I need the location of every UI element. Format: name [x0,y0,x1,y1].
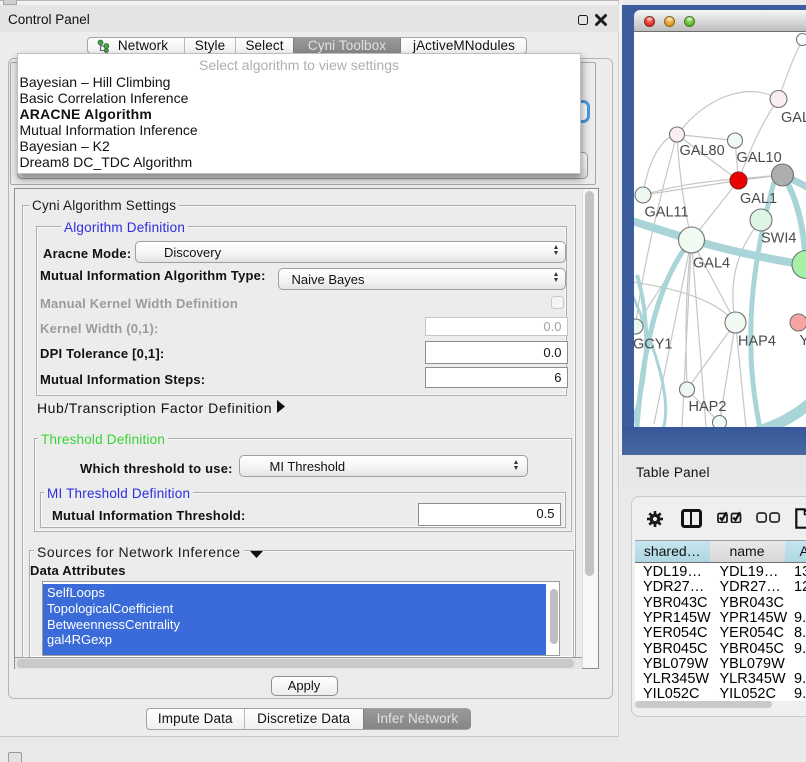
svg-text:GAL4: GAL4 [693,256,730,272]
svg-text:HAP2: HAP2 [689,399,727,415]
svg-text:GAL10: GAL10 [737,150,782,166]
svg-text:GAL80: GAL80 [680,143,725,159]
svg-text:GAL1: GAL1 [740,191,777,207]
svg-text:SWI4: SWI4 [761,231,796,247]
svg-text:GAL11: GAL11 [645,205,689,221]
svg-text:HAP4: HAP4 [738,334,776,350]
svg-text:GCY1: GCY1 [634,337,673,353]
svg-text:YP: YP [800,333,806,349]
svg-text:GAL7: GAL7 [781,110,806,126]
